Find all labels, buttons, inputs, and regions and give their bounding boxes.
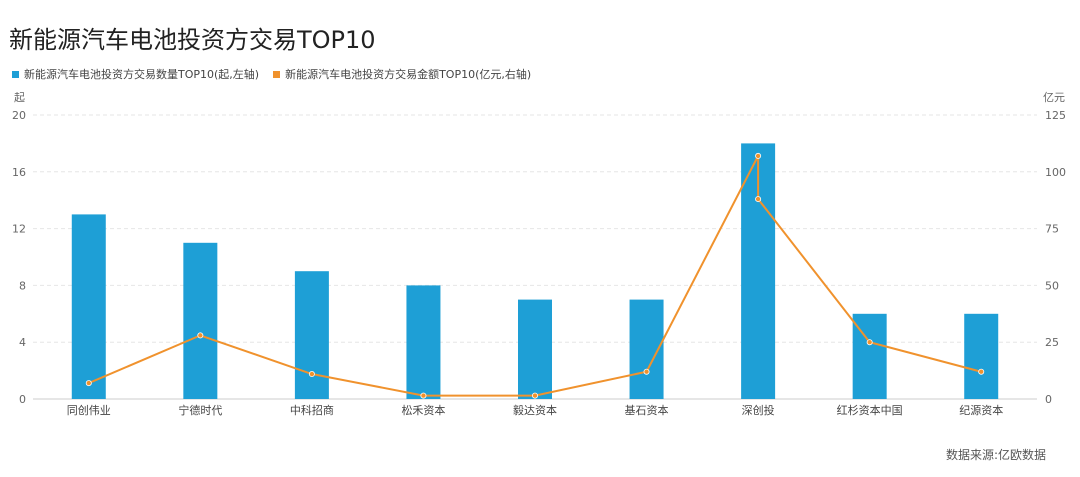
data-source: 数据来源:亿欧数据 [946, 448, 1047, 462]
bar [406, 285, 441, 399]
x-axis-tick-label: 松禾资本 [401, 403, 445, 417]
bar [964, 313, 999, 399]
amount-point [866, 339, 873, 346]
amount-point [755, 196, 762, 203]
bar [518, 299, 552, 399]
bar [294, 271, 329, 399]
x-axis-tick-label: 中科招商 [290, 403, 334, 417]
amount-point [308, 371, 315, 378]
left-axis-tick-label: 8 [19, 279, 26, 292]
x-axis-tick-label: 纪源资本 [959, 403, 1003, 417]
amount-point [532, 392, 539, 399]
amount-point [643, 368, 650, 375]
right-axis-tick-label: 75 [1045, 223, 1059, 236]
right-axis-tick-label: 25 [1045, 336, 1059, 349]
x-axis-tick-label: 基石资本 [625, 403, 669, 417]
x-axis-tick-label: 同创伟业 [67, 404, 111, 417]
left-axis-tick-label: 12 [12, 223, 26, 236]
right-axis-tick-label: 125 [1045, 109, 1066, 122]
left-axis-tick-label: 0 [19, 393, 26, 406]
amount-point [978, 368, 985, 375]
right-axis-tick-label: 0 [1045, 393, 1052, 406]
amount-point [197, 332, 204, 339]
x-axis-tick-label: 毅达资本 [513, 403, 557, 417]
left-axis-tick-label: 20 [12, 109, 26, 122]
chart-plot: 0 0 4 25 8 50 12 75 16 100 20 125 同创伟业 宁德时代 中科招商 松禾资本 毅达… [12, 109, 1066, 417]
bar [183, 242, 218, 399]
amount-point [85, 380, 92, 387]
left-axis-tick-label: 4 [19, 336, 26, 349]
x-axis-tick-label: 红杉资本中国 [837, 403, 903, 417]
left-axis-tick-label: 16 [12, 166, 26, 179]
right-axis-tick-label: 100 [1045, 166, 1066, 179]
x-axis-tick-label: 宁德时代 [178, 403, 222, 417]
right-axis-tick-label: 50 [1045, 279, 1059, 292]
bar [71, 214, 106, 399]
x-axis-tick-label: 深创投 [742, 403, 775, 417]
amount-point [420, 392, 427, 399]
amount-point [755, 152, 762, 159]
